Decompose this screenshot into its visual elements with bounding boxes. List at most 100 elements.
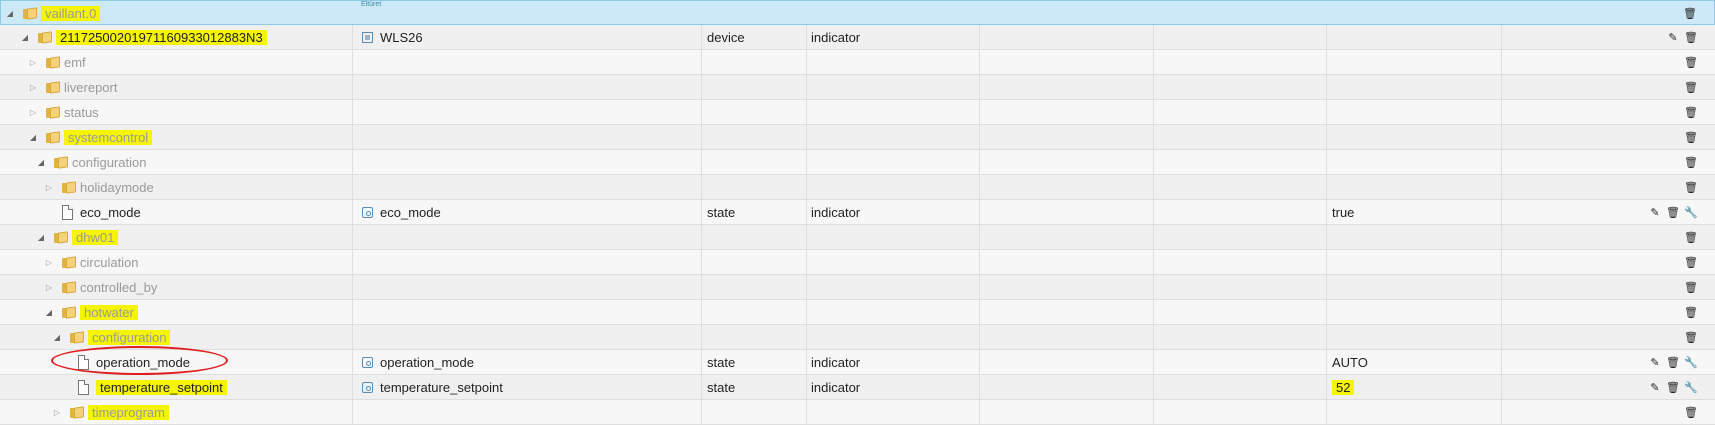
collapse-arrow-icon[interactable]: ◢ [20,25,30,50]
trash-icon[interactable]: 🗑 [1684,182,1698,194]
pencil-icon[interactable]: ✎ [1667,32,1679,44]
trash-icon[interactable]: 🗑 [1684,282,1698,294]
collapse-arrow-icon[interactable]: ◢ [36,150,46,175]
column-divider [352,50,353,75]
expand-arrow-icon[interactable]: ▷ [28,75,38,100]
tree-row[interactable]: temperature_setpoint temperature_setpoint… [0,375,1715,400]
column-divider [1501,275,1502,300]
trash-icon[interactable]: 🗑 [1684,82,1698,94]
column-divider [1153,225,1154,250]
folder-icon [70,406,84,419]
tree-row[interactable]: ▷ holidaymode 🗑 [0,175,1715,200]
trash-icon[interactable]: 🗑 [1666,207,1680,219]
tree-row[interactable]: ▷ controlled_by 🗑 [0,275,1715,300]
object-value[interactable]: 52 [1332,375,1355,400]
trash-icon[interactable]: 🗑 [1666,382,1680,394]
object-display-name: temperature_setpoint [380,380,503,395]
folder-icon [62,181,76,194]
column-divider [352,100,353,125]
tree-row[interactable]: ◢ 21172500201971160933012883N3 WLS26 device… [0,25,1715,50]
column-divider [701,350,702,375]
trash-icon[interactable]: 🗑 [1684,57,1698,69]
tree-row[interactable]: ▷ status 🗑 [0,100,1715,125]
object-type: state [707,205,736,220]
collapse-arrow-icon[interactable]: ◢ [5,1,15,26]
row-actions: 🗑 [1684,125,1698,150]
column-divider [979,325,980,350]
tree-row[interactable]: eco_mode eco_mode state indicator true ✎ 🗑 🔧 [0,200,1715,225]
tree-row[interactable]: ◢ configuration 🗑 [0,150,1715,175]
column-divider [979,250,980,275]
expand-arrow-icon[interactable]: ▷ [44,275,54,300]
trash-icon[interactable]: 🗑 [1683,8,1697,20]
row-actions: 🗑 [1684,175,1698,200]
trash-icon[interactable]: 🗑 [1684,157,1698,169]
trash-icon[interactable]: 🗑 [1684,232,1698,244]
trash-icon[interactable]: 🗑 [1684,32,1698,44]
collapse-arrow-icon[interactable]: ◢ [44,300,54,325]
column-divider [979,275,980,300]
file-icon [78,380,89,395]
expand-arrow-icon[interactable]: ▷ [28,100,38,125]
tree-row[interactable]: ◢ configuration 🗑 [0,325,1715,350]
row-actions: 🗑 [1684,50,1698,75]
column-divider [1153,200,1154,225]
column-divider [1501,375,1502,400]
object-name: hotwater [80,300,138,325]
column-divider [1501,250,1502,275]
column-divider [1326,300,1327,325]
expand-arrow-icon[interactable]: ▷ [28,50,38,75]
tree-row-root[interactable]: ◢ vaillant.0 Eltüret 🗑 [0,0,1715,25]
column-divider [701,225,702,250]
tree-row[interactable]: ◢ dhw01 🗑 [0,225,1715,250]
tree-row[interactable]: operation_mode operation_mode state indicat… [0,350,1715,375]
trash-icon[interactable]: 🗑 [1684,257,1698,269]
trash-icon[interactable]: 🗑 [1666,357,1680,369]
column-divider [1326,200,1327,225]
object-value[interactable]: AUTO [1332,350,1368,375]
tree-row[interactable]: ◢ systemcontrol 🗑 [0,125,1715,150]
tree-row[interactable]: ▷ circulation 🗑 [0,250,1715,275]
collapse-arrow-icon[interactable]: ◢ [28,125,38,150]
column-divider [806,100,807,125]
trash-icon[interactable]: 🗑 [1684,132,1698,144]
folder-icon [54,231,68,244]
column-divider [806,325,807,350]
object-type: state [707,380,736,395]
object-value[interactable]: true [1332,200,1354,225]
folder-icon [70,331,84,344]
trash-icon[interactable]: 🗑 [1684,407,1698,419]
column-divider [1153,50,1154,75]
column-divider [701,275,702,300]
pencil-icon[interactable]: ✎ [1649,357,1661,369]
column-divider [806,400,807,425]
trash-icon[interactable]: 🗑 [1684,307,1698,319]
column-divider [806,150,807,175]
trash-icon[interactable]: 🗑 [1684,107,1698,119]
column-divider [1501,200,1502,225]
wrench-icon[interactable]: 🔧 [1684,382,1698,394]
wrench-icon[interactable]: 🔧 [1684,207,1698,219]
expand-arrow-icon[interactable]: ▷ [44,175,54,200]
trash-icon[interactable]: 🗑 [1684,332,1698,344]
column-divider [1326,325,1327,350]
column-divider [1153,375,1154,400]
pencil-icon[interactable]: ✎ [1649,207,1661,219]
collapse-arrow-icon[interactable]: ◢ [52,325,62,350]
wrench-icon[interactable]: 🔧 [1684,357,1698,369]
column-divider [1153,300,1154,325]
column-divider [806,350,807,375]
tree-row[interactable]: ▷ timeprogram 🗑 [0,400,1715,425]
column-divider [701,100,702,125]
pencil-icon[interactable]: ✎ [1649,382,1661,394]
object-name: 21172500201971160933012883N3 [56,25,267,50]
expand-arrow-icon[interactable]: ▷ [52,400,62,425]
tree-row[interactable]: ▷ emf 🗑 [0,50,1715,75]
column-divider [352,325,353,350]
tree-row[interactable]: ◢ hotwater 🗑 [0,300,1715,325]
folder-icon [62,306,76,319]
collapse-arrow-icon[interactable]: ◢ [36,225,46,250]
column-divider [1153,250,1154,275]
expand-arrow-icon[interactable]: ▷ [44,250,54,275]
tree-row[interactable]: ▷ livereport 🗑 [0,75,1715,100]
